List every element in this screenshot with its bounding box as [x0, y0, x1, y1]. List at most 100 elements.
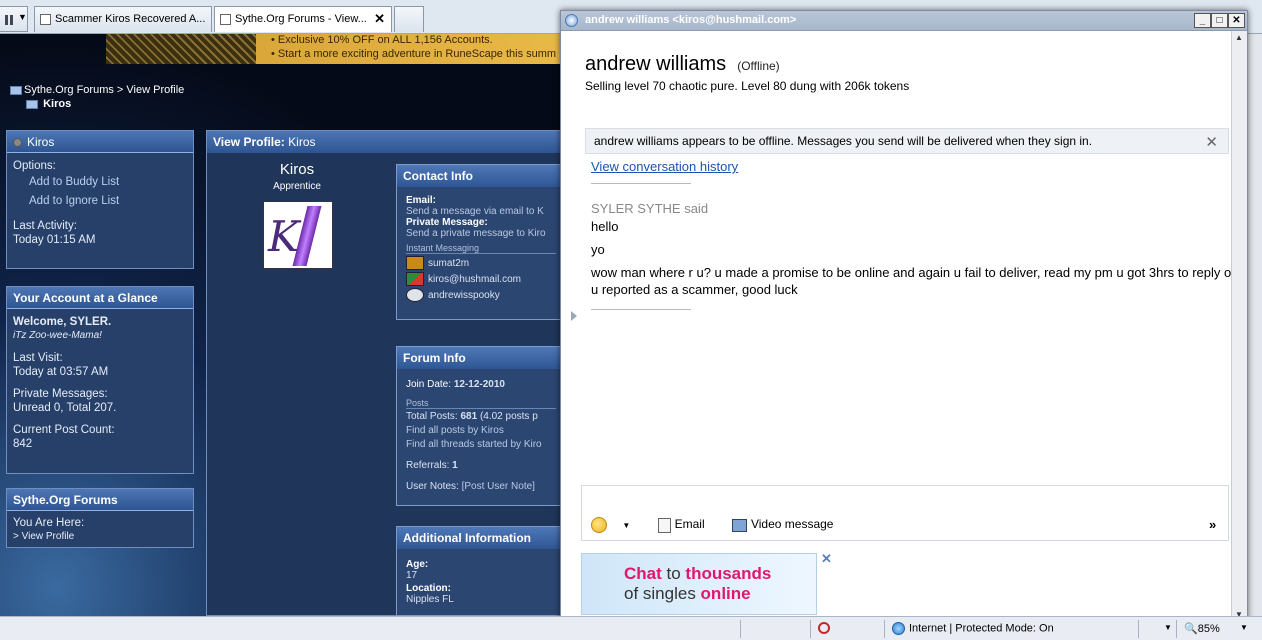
chevron-down-icon[interactable]: ▼	[18, 12, 27, 22]
pm-label: Private Message:	[406, 217, 488, 228]
advertisement[interactable]: Chat to thousands of singles online	[581, 553, 817, 615]
zoom-level[interactable]: 🔍85%	[1184, 622, 1220, 635]
conversation-history-link[interactable]: View conversation history	[591, 159, 738, 174]
message: yo	[591, 242, 605, 257]
avatar: K	[263, 201, 333, 269]
close-button[interactable]: ✕	[1228, 13, 1245, 28]
referrals-label: Referrals:	[406, 460, 450, 471]
find-posts-link[interactable]: Find all posts by Kiros	[406, 425, 556, 436]
panel-title-name: Kiros	[288, 135, 316, 149]
dismiss-notice-icon[interactable]: ✕	[1205, 133, 1218, 151]
add-ignore-link[interactable]: Add to Ignore List	[13, 192, 187, 211]
video-message-button[interactable]: Video message	[731, 517, 846, 532]
document-icon	[657, 517, 671, 533]
profile-username: Kiros	[279, 161, 315, 178]
scroll-up-icon[interactable]: ▲	[1235, 33, 1243, 42]
security-zone[interactable]: Internet | Protected Mode: On	[892, 622, 1054, 635]
panel-title: Your Account at a Glance	[7, 287, 193, 309]
im-msn[interactable]: kiros@hushmail.com	[406, 272, 556, 288]
breadcrumb-sub: Kiros	[43, 98, 72, 110]
last-visit-label: Last Visit:	[13, 352, 63, 364]
page-icon	[220, 14, 231, 25]
panel-header: Kiros	[7, 131, 193, 153]
msn-icon	[406, 272, 424, 287]
site-nav-panel: Sythe.Org Forums You Are Here: > View Pr…	[6, 488, 194, 548]
tab-label: Scammer Kiros Recovered A...	[55, 13, 206, 25]
last-activity-value: Today 01:15 AM	[13, 234, 96, 246]
email-label: Email:	[406, 195, 437, 206]
breadcrumb-separator: >	[113, 84, 127, 96]
pm-value: Unread 0, Total 207.	[13, 402, 117, 414]
smiley-icon	[591, 517, 607, 533]
email-button[interactable]: Email	[657, 517, 717, 533]
more-options-button[interactable]: »	[1209, 517, 1216, 532]
total-posts-value: 681	[460, 411, 478, 422]
minimize-button[interactable]: _	[1194, 13, 1211, 28]
offline-notice-text: andrew williams appears to be offline. M…	[594, 134, 1093, 148]
pm-link[interactable]: Send a private message to Kiro	[406, 228, 556, 239]
chevron-down-icon[interactable]: ▼	[1240, 623, 1248, 632]
last-activity-label: Last Activity:	[13, 220, 77, 232]
breadcrumb: Sythe.Org Forums > View Profile Kiros	[10, 84, 184, 110]
personal-message: Selling level 70 chaotic pure. Level 80 …	[585, 79, 910, 93]
ad-banner[interactable]: • Exclusive 10% OFF on ALL 1,156 Account…	[106, 34, 566, 64]
forum-info-panel: Forum Info Join Date: 12-12-2010 Posts T…	[396, 346, 566, 506]
chevron-down-icon[interactable]: ▼	[1164, 623, 1172, 632]
page-icon	[40, 14, 51, 25]
browser-scrollbar[interactable]	[1248, 34, 1262, 616]
welcome-text: Welcome, SYLER.	[13, 316, 112, 328]
expand-arrow-icon[interactable]	[571, 311, 577, 321]
close-ad-icon[interactable]: ✕	[821, 551, 832, 567]
posts-per-day: (4.02 posts p	[479, 411, 538, 422]
divider	[591, 183, 691, 184]
referrals-value: 1	[452, 460, 458, 471]
breadcrumb-current: View Profile	[126, 84, 185, 96]
user-notes-label: User Notes:	[406, 481, 459, 492]
video-icon	[731, 518, 747, 532]
join-date-label: Join Date:	[406, 379, 452, 390]
message: hello	[591, 219, 619, 234]
emoticon-button[interactable]: ▼	[591, 517, 642, 533]
window-title-bar[interactable]: andrew williams <kiros@hushmail.com> _ □…	[561, 11, 1247, 31]
chevron-down-icon: ▼	[622, 521, 631, 531]
close-tab-icon[interactable]: ✕	[374, 11, 385, 27]
divider	[1176, 620, 1177, 638]
message-sender: SYLER SYTHE said	[591, 201, 709, 216]
contact-header: andrew williams (Offline)	[585, 53, 780, 76]
account-glance-panel: Your Account at a Glance Welcome, SYLER.…	[6, 286, 194, 474]
skype-icon	[406, 288, 424, 303]
im-aim[interactable]: sumat2m	[406, 256, 556, 272]
tab-view-profile[interactable]: Sythe.Org Forums - View... ✕	[214, 6, 392, 32]
offline-status-icon	[13, 138, 22, 148]
forum-page: • Exclusive 10% OFF on ALL 1,156 Account…	[0, 34, 566, 616]
posts-label: Posts	[406, 398, 556, 409]
you-are-here-label: You Are Here:	[13, 517, 85, 529]
email-link[interactable]: Send a message via email to K	[406, 206, 556, 217]
pm-label[interactable]: Private Messages:	[13, 387, 187, 401]
divider	[740, 620, 741, 638]
maximize-button[interactable]: □	[1211, 13, 1228, 28]
new-tab-button[interactable]	[394, 6, 424, 32]
breadcrumb-root-link[interactable]: Sythe.Org Forums	[24, 84, 114, 96]
forum-icon	[10, 85, 22, 95]
add-buddy-link[interactable]: Add to Buddy List	[13, 173, 187, 192]
panel-title: Forum Info	[397, 347, 565, 369]
panel-title-prefix: View Profile:	[213, 135, 285, 149]
globe-icon	[892, 622, 905, 635]
im-yahoo[interactable]: andrewisspooky	[406, 288, 556, 304]
message: wow man where r u? u made a promise to b…	[591, 265, 1236, 297]
folder-icon	[26, 99, 38, 109]
divider	[810, 620, 811, 638]
messenger-scrollbar[interactable]: ▲ ▼	[1231, 31, 1247, 621]
you-are-here-link[interactable]: > View Profile	[13, 530, 187, 544]
divider	[591, 309, 691, 310]
quick-tabs-button[interactable]: ▼	[0, 6, 28, 32]
find-threads-link[interactable]: Find all threads started by Kiro	[406, 439, 556, 450]
blocked-icon[interactable]	[818, 622, 830, 634]
post-user-note-link[interactable]: [Post User Note]	[462, 481, 535, 492]
panel-title[interactable]: Sythe.Org Forums	[7, 489, 193, 511]
total-posts-label: Total Posts:	[406, 411, 458, 422]
banner-line-2: • Start a more exciting adventure in Run…	[271, 48, 557, 60]
profile-rank: Apprentice	[273, 181, 321, 192]
tab-scammer-kiros[interactable]: Scammer Kiros Recovered A...	[34, 6, 212, 32]
